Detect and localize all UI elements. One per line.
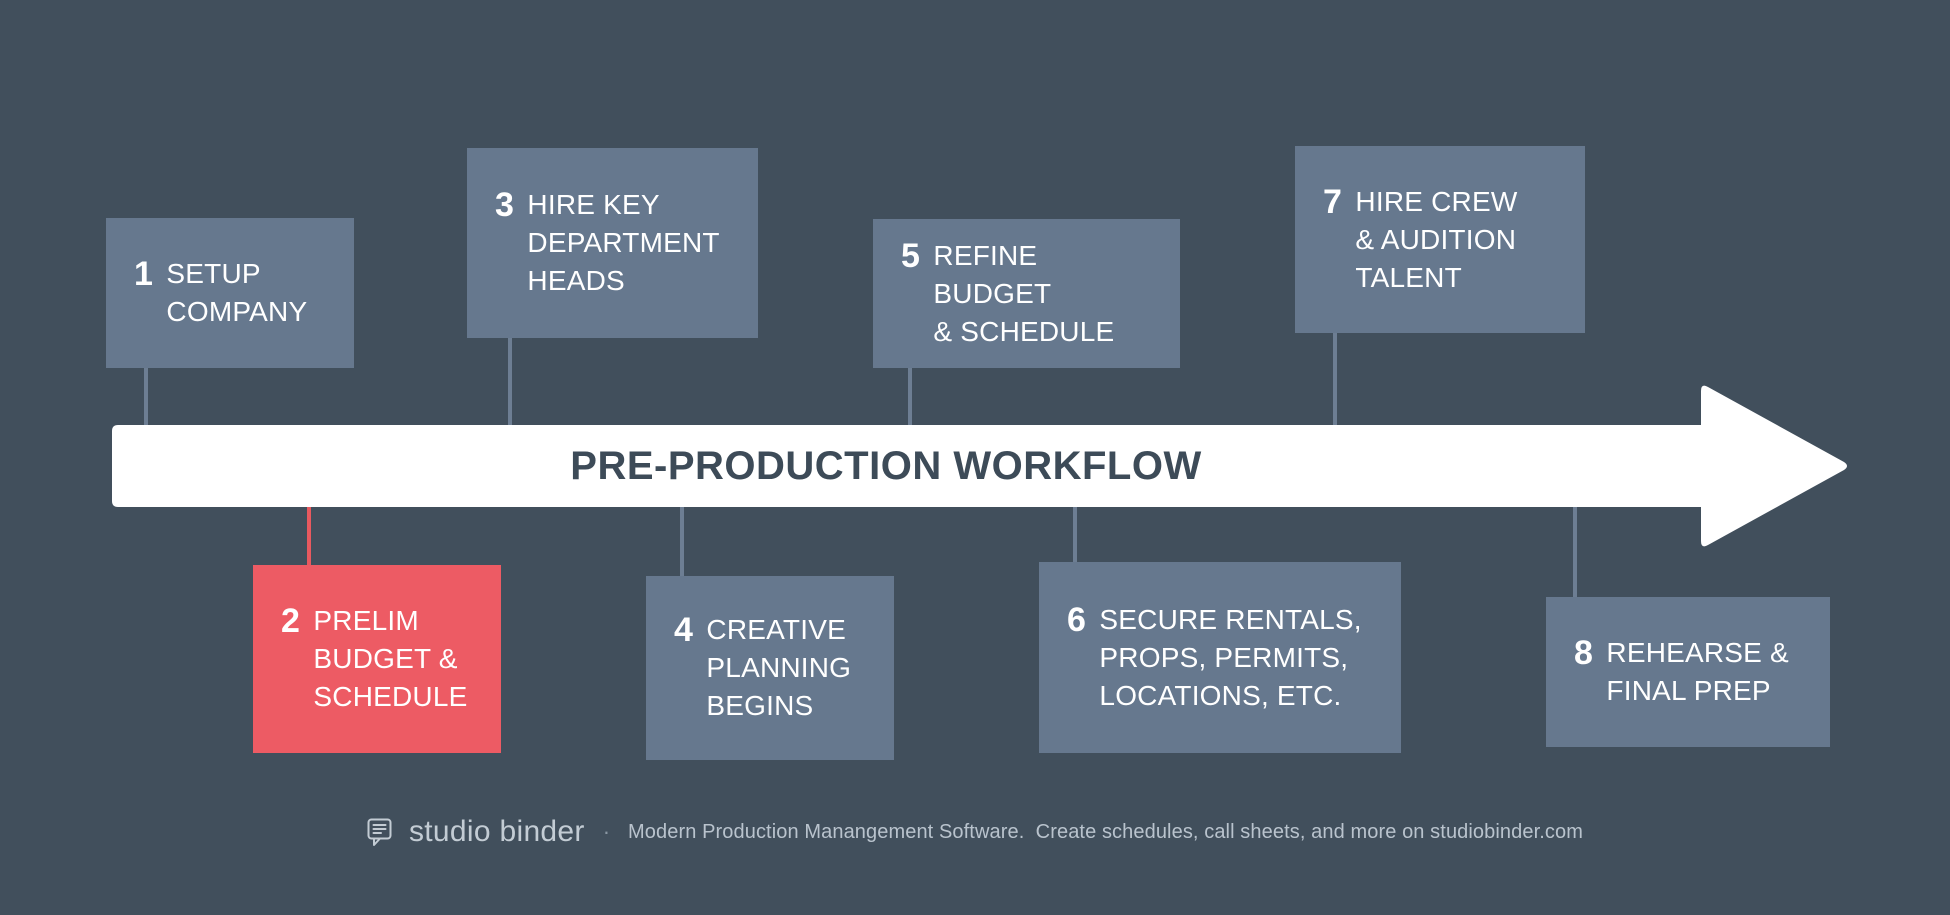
step-label: REFINE BUDGET & SCHEDULE [933, 239, 1115, 347]
step-number: 3 [495, 186, 514, 224]
step-box-4[interactable]: 4 CREATIVE PLANNING BEGINS [646, 576, 894, 760]
footer-separator: · [602, 819, 611, 844]
step-box-7[interactable]: 7 HIRE CREW & AUDITION TALENT [1295, 146, 1585, 333]
step-number: 1 [134, 255, 153, 293]
footer: studio binder · Modern Production Manang… [0, 815, 1950, 849]
step-box-6[interactable]: 6 SECURE RENTALS, PROPS, PERMITS, LOCATI… [1039, 562, 1401, 753]
step-label: REHEARSE & FINAL PREP [1606, 637, 1789, 706]
step-label: SECURE RENTALS, PROPS, PERMITS, LOCATION… [1099, 603, 1362, 711]
step-box-2[interactable]: 2 PRELIM BUDGET & SCHEDULE [253, 565, 501, 753]
step-box-1[interactable]: 1 SETUP COMPANY [106, 218, 354, 368]
step-label: HIRE CREW & AUDITION TALENT [1355, 185, 1518, 293]
logo-wordmark: studio binder [409, 815, 585, 848]
step-label: PRELIM BUDGET & SCHEDULE [313, 605, 468, 712]
step-number: 5 [901, 236, 920, 275]
step-number: 8 [1574, 634, 1593, 672]
step-box-3[interactable]: 3 HIRE KEY DEPARTMENT HEADS [467, 148, 758, 338]
step-number: 4 [674, 611, 693, 649]
step-box-8[interactable]: 8 REHEARSE & FINAL PREP [1546, 597, 1830, 747]
step-box-5[interactable]: 5 REFINE BUDGET & SCHEDULE [873, 219, 1180, 368]
banner-title: PRE-PRODUCTION WORKFLOW [570, 444, 1202, 488]
step-number: 2 [281, 602, 300, 640]
speech-bubble-icon [367, 818, 392, 846]
step-number: 6 [1067, 600, 1086, 639]
step-label: HIRE KEY DEPARTMENT HEADS [527, 189, 720, 296]
step-number: 7 [1323, 182, 1342, 221]
infographic-canvas: 1 SETUP COMPANY 3 HIRE KEY DEPARTMENT HE… [0, 0, 1950, 915]
step-label: CREATIVE PLANNING BEGINS [706, 614, 852, 721]
studiobinder-logo[interactable]: studio binder [367, 815, 585, 849]
footer-tagline: Modern Production Manangement Software. … [628, 820, 1583, 843]
step-label: SETUP COMPANY [166, 258, 308, 327]
